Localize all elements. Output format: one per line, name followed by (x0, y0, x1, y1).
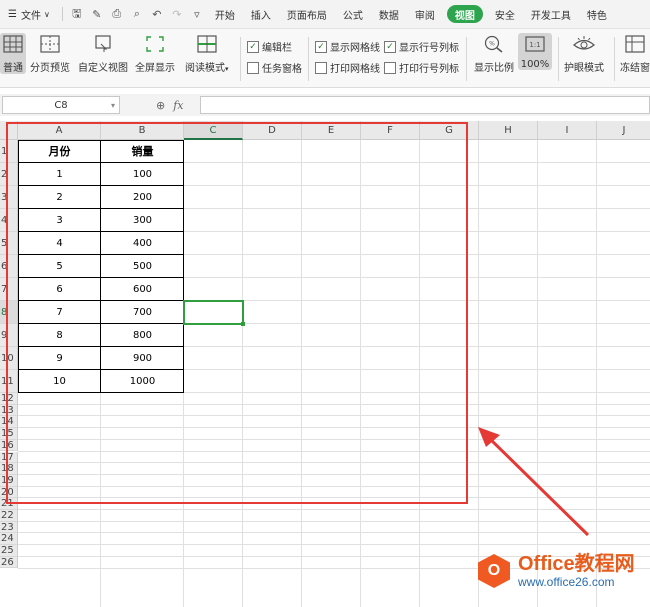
eye-icon (572, 33, 596, 55)
tab-formulas[interactable]: 公式 (335, 0, 371, 28)
row-header-25[interactable]: 25 (0, 545, 18, 557)
highlight-box (6, 122, 468, 504)
zoom-ratio-button[interactable]: % 显示比例 (474, 33, 514, 74)
row-header-22[interactable]: 22 (0, 510, 18, 522)
grid-icon (1, 33, 25, 55)
formula-bar: C8 ▾ ⊕ fx (0, 94, 650, 116)
normal-view-button[interactable]: 普通 (0, 33, 26, 74)
freeze-icon (623, 33, 647, 55)
custom-view-button[interactable]: 自定义视图 (78, 33, 128, 74)
check-icon: ✓ (247, 40, 259, 53)
watermark-url: www.office26.com (518, 575, 615, 589)
formula-icons: ⊕ fx (156, 96, 184, 114)
save-icon[interactable]: 🖫 (70, 7, 84, 21)
chevron-down-icon[interactable]: ▾ (111, 97, 115, 115)
tab-page-layout[interactable]: 页面布局 (279, 0, 335, 28)
fullscreen-icon (143, 33, 167, 55)
print-headings-checkbox[interactable]: 打印行号列标 (384, 60, 459, 75)
formula-input[interactable] (200, 96, 650, 114)
page-break-preview-button[interactable]: 分页预览 (30, 33, 70, 74)
menu-bar: ☰ 文件 ∨ 🖫 ✎ ⎙ ⌕ ↶ ↷ ▿ 开始 插入 页面布局 公式 数据 审阅 视… (0, 0, 650, 29)
edit-bar-checkbox[interactable]: ✓ 编辑栏 (247, 39, 292, 54)
divider (558, 37, 559, 81)
watermark-brand: Office教程网 (518, 553, 635, 575)
column-header-h[interactable]: H (479, 121, 538, 140)
zoom-icon: % (482, 33, 506, 55)
format-painter-icon[interactable]: ✎ (90, 7, 104, 21)
tab-review[interactable]: 审阅 (407, 0, 443, 28)
page-break-icon (38, 33, 62, 55)
print-gridlines-checkbox[interactable]: 打印网格线 (315, 60, 380, 75)
task-pane-checkbox[interactable]: 任务窗格 (247, 60, 302, 75)
full-screen-button[interactable]: 全屏显示 (135, 33, 175, 74)
divider (466, 37, 467, 81)
dropdown-arrow-icon: ▾ (225, 65, 229, 73)
watermark-logo: O Office教程网 www.office26.com (478, 553, 635, 589)
divider (614, 37, 615, 81)
divider (61, 7, 63, 21)
arrow-annotation (478, 427, 590, 537)
row-header-24[interactable]: 24 (0, 533, 18, 546)
one-to-one-icon: 1:1 (523, 33, 547, 55)
show-headings-checkbox[interactable]: ✓ 显示行号列标 (384, 39, 459, 54)
svg-text:1:1: 1:1 (529, 41, 540, 49)
more-icon[interactable]: ▿ (190, 7, 204, 21)
tab-security[interactable]: 安全 (487, 0, 523, 28)
tab-data[interactable]: 数据 (371, 0, 407, 28)
fx-icon[interactable]: fx (173, 99, 183, 112)
check-icon: ✓ (384, 40, 396, 53)
freeze-panes-button[interactable]: 冻结窗 (620, 33, 650, 74)
tab-insert[interactable]: 插入 (243, 0, 279, 28)
divider (240, 37, 241, 81)
zoom-search-icon[interactable]: ⊕ (156, 99, 165, 112)
tab-developer[interactable]: 开发工具 (523, 0, 579, 28)
print-preview-icon[interactable]: ⌕ (130, 7, 144, 21)
reading-mode-icon (195, 33, 219, 55)
show-gridlines-checkbox[interactable]: ✓ 显示网格线 (315, 39, 380, 54)
column-header-j[interactable]: J (597, 121, 650, 140)
reading-mode-button[interactable]: 阅读模式▾ (185, 33, 229, 74)
ribbon: 普通 分页预览 自定义视图 全屏显示 阅读模式▾ ✓ 编辑栏 任务窗格 ✓ 显示网格… (0, 29, 650, 88)
row-header-23[interactable]: 23 (0, 521, 18, 534)
custom-view-icon (91, 33, 115, 55)
zoom-100-button[interactable]: 1:1 100% (518, 33, 552, 70)
undo-icon[interactable]: ↶ (150, 7, 164, 21)
eye-protection-button[interactable]: 护眼模式 (564, 33, 604, 74)
tab-home[interactable]: 开始 (207, 0, 243, 28)
divider (308, 37, 309, 81)
check-icon: ✓ (315, 40, 327, 53)
tab-features[interactable]: 特色 (579, 0, 607, 28)
tab-view[interactable]: 视图 (446, 5, 483, 23)
name-box[interactable]: C8 ▾ (2, 96, 120, 114)
row-header-26[interactable]: 26 (0, 556, 18, 569)
office-logo-icon: O (478, 554, 510, 588)
chevron-down-icon: ∨ (43, 9, 50, 19)
file-menu[interactable]: ☰ 文件 ∨ (0, 0, 58, 28)
svg-text:%: % (489, 41, 495, 48)
redo-icon[interactable]: ↷ (170, 7, 184, 21)
hamburger-icon: ☰ (8, 8, 17, 20)
column-header-i[interactable]: I (538, 121, 597, 140)
print-icon[interactable]: ⎙ (110, 7, 124, 21)
